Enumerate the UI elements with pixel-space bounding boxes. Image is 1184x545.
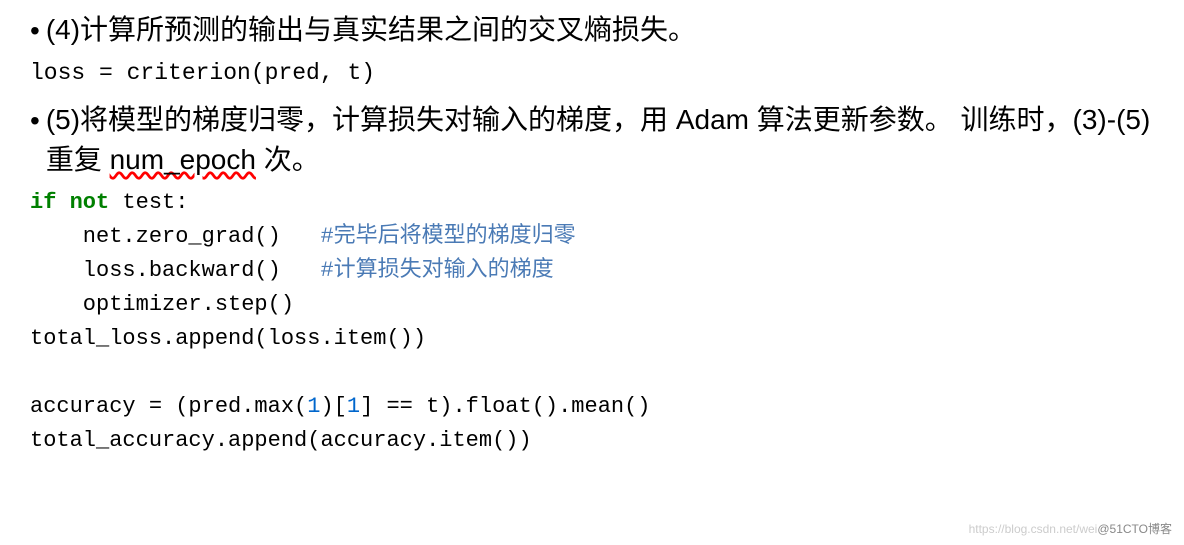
bullet-item-4: • (4)计算所预测的输出与真实结果之间的交叉熵损失。 (30, 10, 1154, 50)
code-loss-criterion: loss = criterion(pred, t) (30, 60, 1154, 86)
code-l7c: ] == t).float().mean() (360, 394, 650, 419)
bullet-item-5: • (5)将模型的梯度归零，计算损失对输入的梯度，用 Adam 算法更新参数。 … (30, 100, 1154, 180)
bullet-text-5: (5)将模型的梯度归零，计算损失对输入的梯度，用 Adam 算法更新参数。 训练… (46, 100, 1154, 180)
code-l7b: )[ (320, 394, 346, 419)
code-block-training: if not test: net.zero_grad() #完毕后将模型的梯度归… (30, 186, 1154, 458)
comment-l3: #计算损失对输入的梯度 (320, 258, 553, 283)
num-1b: 1 (347, 394, 360, 419)
code-l8: total_accuracy.append(accuracy.item()) (30, 428, 532, 453)
watermark-faint: https://blog.csdn.net/wei (969, 522, 1098, 536)
code-l4: optimizer.step() (30, 292, 294, 317)
code-l2: net.zero_grad() (30, 224, 320, 249)
watermark-dark: @51CTO博客 (1097, 522, 1172, 536)
code-l3: loss.backward() (30, 258, 320, 283)
document-content: • (4)计算所预测的输出与真实结果之间的交叉熵损失。 loss = crite… (0, 0, 1184, 458)
keyword-if: if (30, 190, 56, 215)
num-1a: 1 (307, 394, 320, 419)
watermark: https://blog.csdn.net/wei@51CTO博客 (969, 520, 1172, 537)
bullet-text-4: (4)计算所预测的输出与真实结果之间的交叉熵损失。 (46, 10, 696, 50)
bullet5-underlined: num_epoch (110, 144, 256, 175)
code-l1-rest: test: (109, 190, 188, 215)
bullet-marker: • (30, 12, 40, 50)
code-l5: total_loss.append(loss.item()) (30, 326, 426, 351)
bullet-marker: • (30, 102, 40, 140)
code-l7a: accuracy = (pred.max( (30, 394, 307, 419)
comment-l2: #完毕后将模型的梯度归零 (320, 224, 575, 249)
keyword-not: not (70, 190, 110, 215)
bullet5-part2: 次。 (256, 144, 320, 175)
